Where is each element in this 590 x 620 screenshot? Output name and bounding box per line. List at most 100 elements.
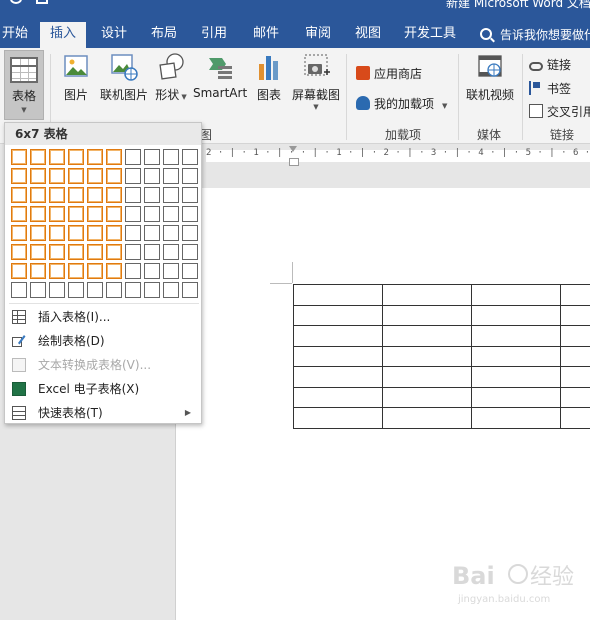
table-cell[interactable] <box>471 345 562 367</box>
grid-cell[interactable] <box>30 187 46 203</box>
grid-cell[interactable] <box>106 225 122 241</box>
grid-cell[interactable] <box>87 206 103 222</box>
grid-cell[interactable] <box>30 282 46 298</box>
table-cell[interactable] <box>560 304 590 326</box>
grid-cell[interactable] <box>182 149 198 165</box>
table-cell[interactable] <box>560 325 590 347</box>
grid-cell[interactable] <box>106 168 122 184</box>
grid-cell[interactable] <box>49 282 65 298</box>
grid-cell[interactable] <box>163 187 179 203</box>
table-cell[interactable] <box>292 284 384 306</box>
table-cell[interactable] <box>292 407 384 429</box>
grid-cell[interactable] <box>87 168 103 184</box>
grid-cell[interactable] <box>106 206 122 222</box>
grid-cell[interactable] <box>11 206 27 222</box>
table-grid-picker[interactable] <box>11 149 201 299</box>
table-cell[interactable] <box>292 386 384 408</box>
table-cell[interactable] <box>292 345 384 367</box>
grid-cell[interactable] <box>163 263 179 279</box>
grid-cell[interactable] <box>87 225 103 241</box>
insert-table-item[interactable]: 插入表格(I)... <box>5 305 201 329</box>
grid-cell[interactable] <box>30 263 46 279</box>
grid-cell[interactable] <box>11 244 27 260</box>
table-cell[interactable] <box>382 284 473 306</box>
bookmark-button[interactable]: 书签 <box>529 80 571 97</box>
grid-cell[interactable] <box>106 149 122 165</box>
my-addins-button[interactable]: 我的加载项 ▼ <box>356 95 447 112</box>
tell-me-search[interactable]: 告诉我你想要做什么 <box>480 24 590 46</box>
grid-cell[interactable] <box>11 263 27 279</box>
cross-reference-button[interactable]: 交叉引用 <box>529 103 590 120</box>
table-cell[interactable] <box>471 284 562 306</box>
grid-cell[interactable] <box>182 244 198 260</box>
grid-cell[interactable] <box>144 187 160 203</box>
grid-cell[interactable] <box>106 263 122 279</box>
tab-review[interactable]: 审阅 <box>296 22 340 48</box>
grid-cell[interactable] <box>30 225 46 241</box>
grid-cell[interactable] <box>87 282 103 298</box>
grid-cell[interactable] <box>106 187 122 203</box>
table-cell[interactable] <box>560 386 590 408</box>
table-button[interactable]: 表格 ▼ <box>4 50 44 120</box>
grid-cell[interactable] <box>68 282 84 298</box>
grid-cell[interactable] <box>49 244 65 260</box>
grid-cell[interactable] <box>182 282 198 298</box>
table-cell[interactable] <box>471 407 562 429</box>
indent-marker[interactable] <box>289 146 299 166</box>
grid-cell[interactable] <box>144 149 160 165</box>
table-cell[interactable] <box>292 366 384 388</box>
grid-cell[interactable] <box>68 149 84 165</box>
table-cell[interactable] <box>471 325 562 347</box>
grid-cell[interactable] <box>144 263 160 279</box>
grid-cell[interactable] <box>106 244 122 260</box>
grid-cell[interactable] <box>68 168 84 184</box>
table-cell[interactable] <box>560 284 590 306</box>
table-cell[interactable] <box>560 345 590 367</box>
grid-cell[interactable] <box>30 206 46 222</box>
grid-cell[interactable] <box>144 206 160 222</box>
grid-cell[interactable] <box>125 282 141 298</box>
tab-mailings[interactable]: 邮件 <box>244 22 288 48</box>
grid-cell[interactable] <box>30 149 46 165</box>
grid-cell[interactable] <box>49 206 65 222</box>
table-cell[interactable] <box>292 304 384 326</box>
grid-cell[interactable] <box>144 168 160 184</box>
grid-cell[interactable] <box>125 206 141 222</box>
table-cell[interactable] <box>382 325 473 347</box>
quick-tables-item[interactable]: 快速表格(T) ▶ <box>5 401 201 425</box>
grid-cell[interactable] <box>68 187 84 203</box>
grid-cell[interactable] <box>163 244 179 260</box>
grid-cell[interactable] <box>11 282 27 298</box>
grid-cell[interactable] <box>87 149 103 165</box>
online-picture-button[interactable]: 联机图片 <box>97 52 151 103</box>
draw-table-item[interactable]: 绘制表格(D) <box>5 329 201 353</box>
grid-cell[interactable] <box>49 168 65 184</box>
grid-cell[interactable] <box>68 244 84 260</box>
grid-cell[interactable] <box>144 282 160 298</box>
grid-cell[interactable] <box>11 187 27 203</box>
screenshot-button[interactable]: 屏幕截图 ▼ <box>290 52 342 111</box>
grid-cell[interactable] <box>163 206 179 222</box>
grid-cell[interactable] <box>125 263 141 279</box>
table-cell[interactable] <box>382 304 473 326</box>
grid-cell[interactable] <box>68 225 84 241</box>
table-cell[interactable] <box>382 386 473 408</box>
tab-view[interactable]: 视图 <box>346 22 390 48</box>
horizontal-ruler[interactable]: 2 · | · 1 · | · · | · 1 · | · 2 · | · 3 … <box>176 144 590 166</box>
online-video-button[interactable]: 联机视频 <box>463 52 517 103</box>
grid-cell[interactable] <box>49 225 65 241</box>
tab-insert[interactable]: 插入 <box>40 22 86 48</box>
grid-cell[interactable] <box>182 187 198 203</box>
redo-icon[interactable] <box>10 0 22 4</box>
tab-design[interactable]: 设计 <box>92 22 136 48</box>
save-icon[interactable] <box>36 0 48 4</box>
grid-cell[interactable] <box>87 263 103 279</box>
link-button[interactable]: 链接 <box>529 56 571 73</box>
store-button[interactable]: 应用商店 <box>356 65 422 82</box>
grid-cell[interactable] <box>68 263 84 279</box>
grid-cell[interactable] <box>49 263 65 279</box>
grid-cell[interactable] <box>49 149 65 165</box>
shapes-button[interactable]: 形状 ▼ <box>155 52 187 103</box>
grid-cell[interactable] <box>87 244 103 260</box>
grid-cell[interactable] <box>125 168 141 184</box>
